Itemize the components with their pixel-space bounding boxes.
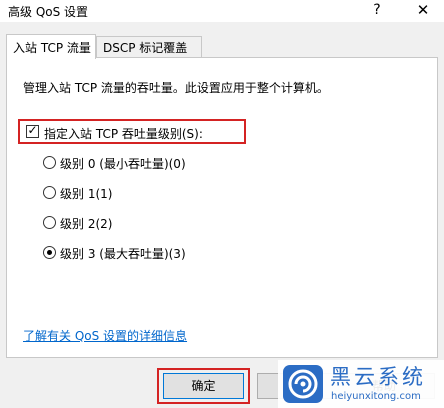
radio-label: 级别 3 (最大吞吐量)(3) xyxy=(60,247,186,261)
tab-panel: 管理入站 TCP 流量的吞吐量。此设置应用于整个计算机。 ✓ 指定入站 TCP … xyxy=(6,57,438,358)
watermark-name: 黑云系统 xyxy=(330,365,426,389)
watermark-logo-icon xyxy=(283,365,323,403)
close-icon[interactable]: ✕ xyxy=(408,0,438,22)
radio-button[interactable] xyxy=(43,216,56,229)
ok-button[interactable]: 确定 xyxy=(163,373,244,399)
help-icon[interactable]: ? xyxy=(366,0,388,22)
tab-inbound-tcp[interactable]: 入站 TCP 流量 xyxy=(6,34,96,59)
radio-button[interactable] xyxy=(43,156,56,169)
throughput-checkbox-label: 指定入站 TCP 吞吐量级别(S): xyxy=(44,127,203,141)
checkmark-icon: ✓ xyxy=(27,123,38,137)
throughput-checkbox-row[interactable]: ✓ 指定入站 TCP 吞吐量级别(S): xyxy=(18,119,246,144)
watermark-url: heiyunxitong.com xyxy=(331,391,421,402)
tab-strip: 入站 TCP 流量 DSCP 标记覆盖 xyxy=(6,34,436,59)
radio-selected-dot xyxy=(47,250,52,255)
watermark: 黑云系统 heiyunxitong.com xyxy=(278,360,444,408)
title-bar: 高级 QoS 设置 ? ✕ xyxy=(0,0,444,22)
radio-button[interactable] xyxy=(43,186,56,199)
throughput-checkbox[interactable]: ✓ xyxy=(26,123,39,138)
window-title: 高级 QoS 设置 xyxy=(8,5,89,19)
radio-button[interactable] xyxy=(43,246,56,259)
panel-description: 管理入站 TCP 流量的吞吐量。此设置应用于整个计算机。 xyxy=(23,81,329,95)
qos-learn-more-link[interactable]: 了解有关 QoS 设置的详细信息 xyxy=(23,327,187,344)
radio-label: 级别 1(1) xyxy=(60,187,113,201)
radio-label: 级别 2(2) xyxy=(60,217,113,231)
tab-dscp-override[interactable]: DSCP 标记覆盖 xyxy=(96,36,202,58)
radio-label: 级别 0 (最小吞吐量)(0) xyxy=(60,157,186,171)
